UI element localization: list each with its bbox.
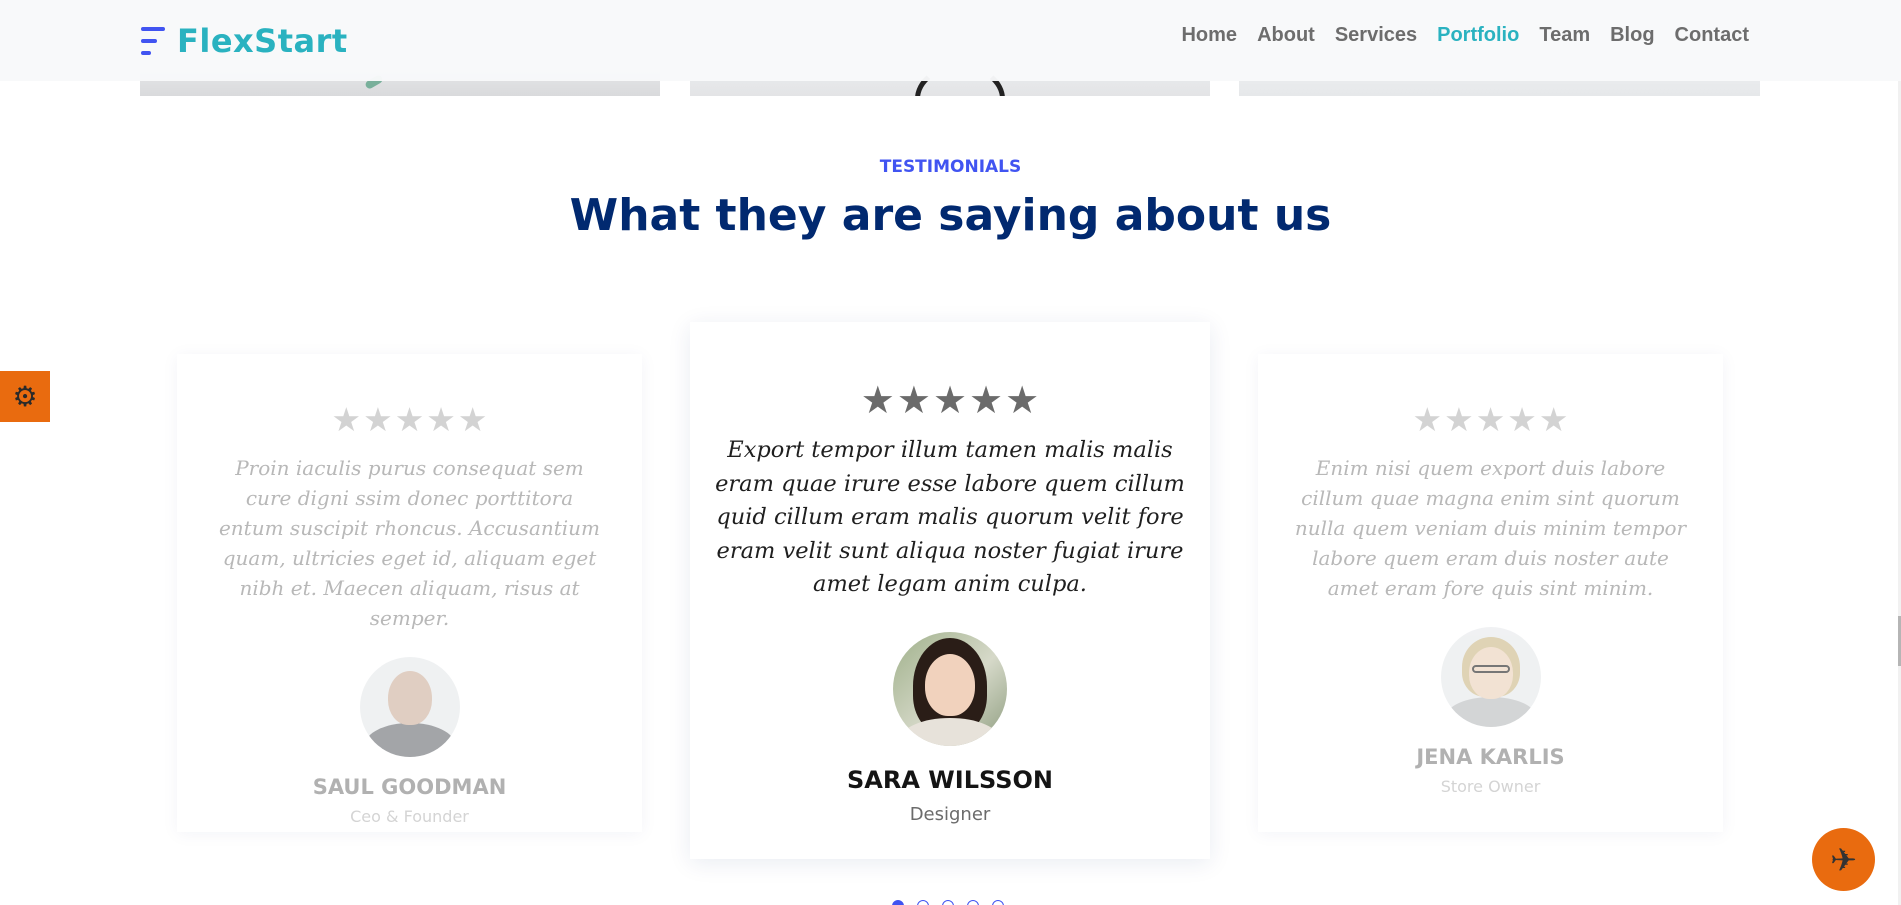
star-icon: ★ bbox=[1444, 400, 1474, 439]
avatar bbox=[893, 631, 1007, 746]
nav-link-contact[interactable]: Contact bbox=[1675, 24, 1749, 47]
testimonial-card-saul[interactable]: ★ ★ ★ ★ ★ Proin iaculis purus consequat … bbox=[177, 354, 642, 832]
star-icon: ★ bbox=[1507, 400, 1537, 439]
section-subtitle: Testimonials bbox=[879, 157, 1022, 177]
carousel-pagination bbox=[892, 900, 1004, 905]
testimonial-name: Sara Wilsson bbox=[847, 765, 1053, 794]
gear-icon: ⚙ bbox=[12, 379, 38, 413]
back-to-top-button[interactable]: ✈ bbox=[1812, 828, 1875, 891]
testimonial-quote: Proin iaculis purus consequat sem cure d… bbox=[218, 456, 601, 630]
nav-link-team[interactable]: Team bbox=[1539, 24, 1590, 47]
nav-link-portfolio[interactable]: Portfolio bbox=[1437, 24, 1519, 47]
logo-text: FlexStart bbox=[177, 22, 348, 60]
star-icon: ★ bbox=[1538, 400, 1569, 439]
avatar bbox=[1440, 627, 1541, 727]
star-icon: ★ bbox=[1475, 400, 1506, 439]
pagination-dot[interactable] bbox=[917, 900, 929, 905]
star-icon: ★ bbox=[969, 378, 1004, 422]
star-icon: ★ bbox=[363, 400, 393, 439]
airplane-icon: ✈ bbox=[1830, 840, 1857, 879]
pagination-dot[interactable] bbox=[942, 900, 954, 905]
star-icon: ★ bbox=[394, 400, 425, 439]
testimonial-quote: Export tempor illum tamen malis malis er… bbox=[715, 437, 1185, 597]
rating-stars: ★ ★ ★ ★ ★ bbox=[690, 378, 1210, 422]
pagination-dot[interactable] bbox=[967, 900, 979, 905]
logo[interactable]: FlexStart bbox=[139, 22, 348, 60]
star-icon: ★ bbox=[331, 400, 362, 439]
star-icon: ★ bbox=[932, 378, 968, 422]
testimonial-quote: Enim nisi quem export duis labore cillum… bbox=[1294, 456, 1687, 600]
testimonial-role: Ceo & Founder bbox=[350, 807, 469, 826]
section-title: What they are saying about us bbox=[569, 190, 1332, 241]
rating-stars: ★ ★ ★ ★ ★ bbox=[177, 400, 642, 439]
star-icon: ★ bbox=[1412, 400, 1443, 439]
testimonial-card-sara[interactable]: ★ ★ ★ ★ ★ Export tempor illum tamen mali… bbox=[690, 322, 1210, 859]
site-header: FlexStart Home About Services Portfolio … bbox=[0, 0, 1901, 81]
rating-stars: ★ ★ ★ ★ ★ bbox=[1258, 400, 1723, 439]
testimonial-card-jena[interactable]: ★ ★ ★ ★ ★ Enim nisi quem export duis lab… bbox=[1258, 354, 1723, 832]
star-icon: ★ bbox=[860, 378, 895, 422]
nav-link-blog[interactable]: Blog bbox=[1610, 24, 1654, 47]
avatar bbox=[359, 657, 460, 757]
nav-link-services[interactable]: Services bbox=[1335, 24, 1417, 47]
settings-button[interactable]: ⚙ bbox=[0, 371, 50, 422]
testimonial-name: Saul Goodman bbox=[312, 775, 507, 799]
nav-link-about[interactable]: About bbox=[1257, 24, 1315, 47]
pagination-dot[interactable] bbox=[992, 900, 1004, 905]
testimonial-name: Jena Karlis bbox=[1416, 745, 1565, 769]
nav-link-home[interactable]: Home bbox=[1181, 24, 1237, 47]
main-nav: Home About Services Portfolio Team Blog … bbox=[1181, 24, 1749, 47]
star-icon: ★ bbox=[1005, 378, 1040, 422]
logo-icon bbox=[139, 24, 167, 58]
testimonial-role: Store Owner bbox=[1440, 777, 1541, 796]
testimonial-role: Designer bbox=[909, 803, 991, 825]
star-icon: ★ bbox=[896, 378, 931, 422]
star-icon: ★ bbox=[426, 400, 456, 439]
star-icon: ★ bbox=[457, 400, 488, 439]
pagination-dot[interactable] bbox=[892, 900, 904, 905]
